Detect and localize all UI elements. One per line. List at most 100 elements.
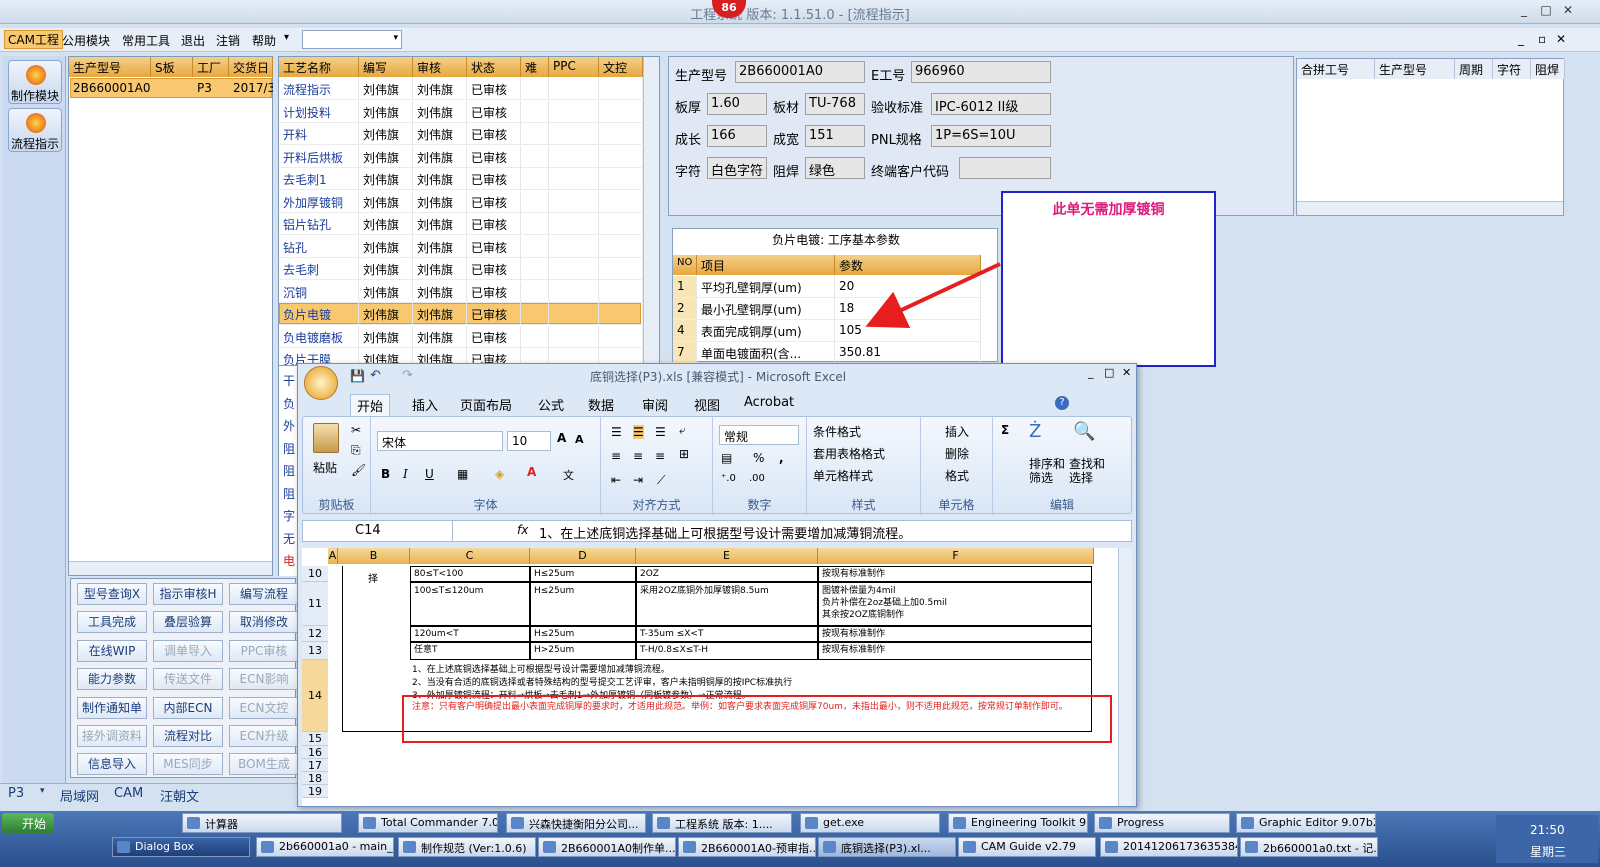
row-header[interactable]: 18 bbox=[302, 772, 328, 785]
ribbon-tab[interactable]: 视图 bbox=[688, 394, 726, 415]
clock[interactable]: 21:50 bbox=[1530, 823, 1565, 837]
taskbar-item[interactable]: 计算器 bbox=[182, 813, 342, 833]
font-color-icon[interactable]: A bbox=[527, 465, 536, 479]
taskbar-item[interactable]: 工程系统 版本: 1.... bbox=[652, 813, 792, 833]
taskbar-item[interactable]: Dialog Box bbox=[112, 837, 250, 857]
cell-styles-button[interactable]: 单元格样式 bbox=[813, 467, 873, 484]
sheet-cell[interactable]: T-H/0.8≤X≤T-H bbox=[636, 642, 818, 660]
taskbar-item[interactable]: 制作规范 (Ver:1.0.6) bbox=[398, 837, 536, 857]
increase-indent-icon[interactable]: ⇥ bbox=[633, 473, 643, 487]
minimize-icon[interactable]: _ bbox=[1088, 366, 1094, 379]
name-box[interactable]: C14 bbox=[303, 521, 453, 541]
taskbar-item[interactable]: Graphic Editor 9.07b2 ... bbox=[1236, 813, 1376, 833]
align-left-icon[interactable]: ≡ bbox=[611, 449, 621, 463]
row-header[interactable]: 13 bbox=[302, 642, 328, 660]
table-format-button[interactable]: 套用表格格式 bbox=[813, 445, 885, 462]
find-select-button[interactable]: 查找和 选择 bbox=[1069, 457, 1105, 485]
align-middle-icon[interactable]: ☰ bbox=[633, 425, 644, 439]
shrink-font-icon[interactable]: A bbox=[575, 433, 584, 446]
column-header[interactable]: E bbox=[636, 548, 818, 564]
wrap-text-icon[interactable]: ⤶ bbox=[679, 423, 686, 438]
function-icon[interactable]: fx bbox=[517, 523, 528, 537]
taskbar-item[interactable]: CAM Guide v2.79 bbox=[958, 837, 1096, 857]
font-name-select[interactable]: 宋体 bbox=[377, 431, 503, 451]
align-bottom-icon[interactable]: ☰ bbox=[655, 425, 666, 439]
font-size-select[interactable]: 10 bbox=[507, 431, 551, 451]
taskbar-item[interactable]: 兴森快捷衡阳分公司... bbox=[506, 813, 646, 833]
sheet-cell[interactable]: H≤25um bbox=[530, 582, 636, 626]
row-header[interactable]: 19 bbox=[302, 785, 328, 798]
find-icon[interactable]: 🔍 bbox=[1073, 421, 1095, 442]
border-icon[interactable]: ▦ bbox=[457, 467, 468, 481]
sheet-cell[interactable]: 按现有标准制作 bbox=[818, 626, 1092, 642]
taskbar-item[interactable]: 2b660001a0 - main_ga... bbox=[256, 837, 394, 857]
taskbar-item[interactable]: get.exe bbox=[800, 813, 940, 833]
decrease-decimal-icon[interactable]: .00 bbox=[749, 473, 765, 484]
taskbar-item[interactable]: 底铜选择(P3).xl... bbox=[818, 837, 956, 857]
bold-icon[interactable]: B bbox=[381, 467, 390, 481]
paste-icon[interactable] bbox=[313, 423, 339, 453]
sheet-cell[interactable]: H≤25um bbox=[530, 566, 636, 582]
taskbar-item[interactable]: Progress bbox=[1094, 813, 1230, 833]
merge-center-icon[interactable]: ⊞ bbox=[679, 447, 689, 461]
taskbar-item[interactable]: 2B660001A0-预审指... bbox=[678, 837, 816, 857]
sheet-cell[interactable]: H≤25um bbox=[530, 626, 636, 642]
maximize-icon[interactable]: □ bbox=[1104, 366, 1114, 379]
formula-input[interactable]: 1、在上述底铜选择基础上可根据型号设计需要增加减薄铜流程。 bbox=[539, 523, 911, 542]
align-top-icon[interactable]: ☰ bbox=[611, 425, 622, 439]
column-header[interactable]: C bbox=[410, 548, 530, 564]
sheet-cell[interactable]: 按现有标准制作 bbox=[818, 566, 1092, 582]
ribbon-tab[interactable]: Acrobat bbox=[738, 394, 800, 411]
sheet-cell[interactable]: 100≤T≤120um bbox=[410, 582, 530, 626]
sheet-cell[interactable]: T-35um ≤X<T bbox=[636, 626, 818, 642]
align-right-icon[interactable]: ≡ bbox=[655, 449, 665, 463]
conditional-format-button[interactable]: 条件格式 bbox=[813, 423, 861, 440]
row-header[interactable]: 12 bbox=[302, 626, 328, 642]
column-header[interactable]: D bbox=[530, 548, 636, 564]
column-header[interactable]: A bbox=[328, 548, 338, 564]
ribbon-tab[interactable]: 审阅 bbox=[636, 394, 674, 415]
sheet-cell[interactable]: H>25um bbox=[530, 642, 636, 660]
row-header[interactable]: 11 bbox=[302, 582, 328, 626]
ribbon-tab[interactable]: 公式 bbox=[532, 394, 570, 415]
column-header[interactable]: B bbox=[338, 548, 410, 564]
row-header[interactable]: 17 bbox=[302, 759, 328, 772]
sheet-cell[interactable]: 120um<T bbox=[410, 626, 530, 642]
taskbar-item[interactable]: 2B660001A0制作单... bbox=[538, 837, 676, 857]
taskbar-item[interactable]: 20141206173635384... bbox=[1100, 837, 1238, 857]
help-icon[interactable]: ? bbox=[1055, 396, 1069, 410]
sheet-note[interactable]: 1、在上述底铜选择基础上可根据型号设计需要增加减薄铜流程。 bbox=[412, 662, 1092, 675]
decrease-indent-icon[interactable]: ⇤ bbox=[611, 473, 621, 487]
taskbar-item[interactable]: Engineering Toolkit 9.... bbox=[948, 813, 1088, 833]
orientation-icon[interactable]: ⟋ bbox=[657, 473, 665, 488]
autosum-icon[interactable]: Σ bbox=[1001, 423, 1009, 437]
v-scrollbar[interactable] bbox=[1118, 548, 1132, 806]
sort-filter-button[interactable]: 排序和 筛选 bbox=[1029, 457, 1065, 485]
sheet-cell[interactable]: 2OZ bbox=[636, 566, 818, 582]
grow-font-icon[interactable]: A bbox=[557, 431, 566, 445]
cut-icon[interactable]: ✂ bbox=[351, 423, 361, 437]
increase-decimal-icon[interactable]: ⁺.0 bbox=[721, 473, 736, 484]
ribbon-tab[interactable]: 页面布局 bbox=[454, 394, 518, 415]
taskbar-item[interactable]: Total Commander 7.0 ... bbox=[358, 813, 498, 833]
insert-cells-button[interactable]: 插入 bbox=[945, 423, 969, 440]
percent-icon[interactable]: % bbox=[753, 451, 764, 465]
close-icon[interactable]: ✕ bbox=[1122, 366, 1131, 379]
start-button[interactable]: 开始 bbox=[2, 813, 54, 833]
sheet-note[interactable]: 2、当没有合适的底铜选择或者特殊结构的型号提交工艺评审，客户未指明铜厚的按IPC… bbox=[412, 675, 1092, 688]
row-header[interactable]: 16 bbox=[302, 746, 328, 759]
sheet-cell[interactable]: 图镀补偿量为4mil 负片补偿在2oz基础上加0.5mil 其余按2OZ底铜制作 bbox=[818, 582, 1092, 626]
delete-cells-button[interactable]: 删除 bbox=[945, 445, 969, 462]
sort-filter-icon[interactable]: Ż bbox=[1029, 421, 1041, 442]
sheet-cell[interactable]: 任意T bbox=[410, 642, 530, 660]
paste-button[interactable]: 粘贴 bbox=[313, 459, 337, 476]
underline-icon[interactable]: U bbox=[425, 467, 434, 481]
ribbon-tab[interactable]: 数据 bbox=[582, 394, 620, 415]
row-header[interactable]: 15 bbox=[302, 732, 328, 746]
ribbon-tab[interactable]: 开始 bbox=[350, 394, 391, 416]
comma-icon[interactable]: , bbox=[779, 451, 784, 465]
sheet-cell[interactable]: 采用2OZ底铜外加厚镀铜8.5um bbox=[636, 582, 818, 626]
ribbon-tab[interactable]: 插入 bbox=[406, 394, 444, 415]
format-painter-icon[interactable]: 🖌 bbox=[351, 463, 366, 477]
currency-icon[interactable]: ▤ bbox=[721, 451, 732, 465]
